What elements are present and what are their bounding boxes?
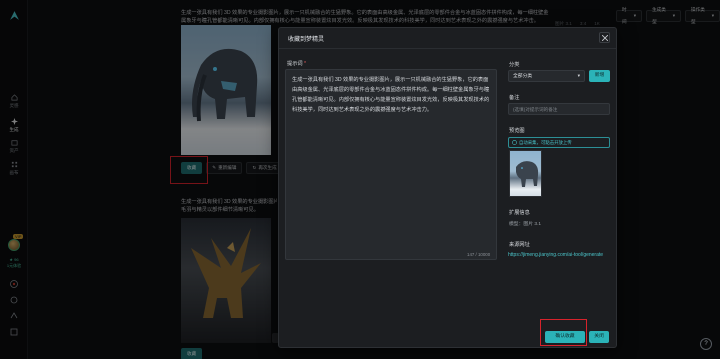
nav-inspiration[interactable]: 灵感 (0, 94, 28, 109)
extra-info-label: 扩展信息 (509, 210, 530, 216)
edit-icon: ✎ (212, 165, 217, 170)
nav-generate[interactable]: 生成 (0, 118, 28, 133)
post2-prompt-line1: 生成一张具有我们 3D 效果的专业摄影图片，展示一只 (181, 199, 277, 205)
mech-griffin-illustration (191, 228, 261, 318)
prompt-textarea[interactable]: 生成一张具有我们 3D 效果的专业摄影图片，展示一只机械融合的生猛野象，它的表面… (285, 69, 497, 260)
preview-thumbnail[interactable] (509, 150, 542, 197)
nav-label: 资产 (9, 148, 19, 153)
op-type-label: 操作类型 (691, 7, 705, 24)
nav-assets[interactable]: 资产 (0, 139, 28, 154)
nav-label: 灵感 (9, 103, 19, 108)
preview-hint-text: 自动采集，可點击开放上传 (519, 139, 572, 145)
source-label: 来源网址 (509, 242, 530, 248)
sparkle-icon (10, 118, 18, 125)
prompt-text: 生成一张具有我们 3D 效果的专业摄影图片，展示一只机械融合的生猛野象，它的表面… (292, 77, 490, 113)
dialog-divider (279, 48, 616, 49)
regenerate-label: 再次生成 (258, 165, 277, 170)
reedit-label: 重新编辑 (218, 165, 237, 170)
prompt-label: 提示词 * (287, 60, 306, 67)
chevron-down-icon: ▾ (711, 13, 714, 18)
op-type-filter[interactable]: 操作类型 ▾ (685, 7, 720, 24)
grid-icon (11, 161, 17, 168)
post2-image[interactable] (181, 218, 271, 343)
post1-prompt-line1: 生成一张具有我们 3D 效果的专业摄影图片，展示一只机械融合的生猛野象。它的表面… (181, 10, 549, 16)
mech-elephant-illustration (192, 48, 258, 122)
credits-offer: 1元体验 (6, 263, 22, 268)
post2-actions: 收藏 (181, 348, 203, 359)
credits-info[interactable]: ★ 96 1元体验 (4, 257, 24, 269)
post2-prompt-line2: 毛羽与精灵以部件细节清晰可见。 (181, 207, 259, 213)
help-button[interactable]: ? (700, 338, 712, 350)
collect-label: 收藏 (187, 351, 197, 356)
avatar[interactable] (8, 239, 20, 251)
highlight-confirm (540, 319, 587, 346)
post1-image[interactable] (181, 25, 271, 155)
highlight-collect (170, 156, 208, 184)
source-url-link[interactable]: https://jimeng.jianying.com/ai-tool/gene… (508, 251, 608, 260)
close-icon (601, 34, 608, 41)
thumbnail-elephant (516, 161, 539, 187)
refresh-icon: ↻ (252, 165, 257, 170)
home-icon (11, 94, 17, 101)
gen-type-filter[interactable]: 生成类型 ▾ (646, 7, 682, 24)
notification-icon[interactable] (9, 279, 19, 289)
app-logo-icon[interactable] (9, 10, 20, 21)
info-icon (512, 140, 517, 145)
post1-prompt: 生成一张具有我们 3D 效果的专业摄影图片，展示一只机械融合的生猛野象。它的表面… (181, 9, 561, 25)
note-label: 备注 (509, 95, 520, 101)
nav-canvas[interactable]: 画布 (0, 161, 28, 176)
nav-label: 画布 (9, 170, 19, 175)
chevron-down-icon: ▾ (577, 74, 580, 79)
collapse-icon[interactable] (9, 327, 19, 337)
api-icon[interactable] (9, 311, 19, 321)
nav-label: 生成 (9, 127, 19, 132)
reedit-button[interactable]: ✎ 重新编辑 (206, 162, 243, 174)
prompt-label-text: 提示词 (287, 61, 303, 67)
preview-label: 预览图 (509, 128, 525, 134)
prompt-counter: 147 / 10000 (467, 252, 491, 257)
category-value: 全部分类 (513, 74, 533, 79)
folder-icon (11, 140, 17, 146)
post1-prompt-line2: 属象牙与瞳孔管都能清晰可见。内部仅拥有核心与能量宣称装置炫目发光效。反映极其发现… (181, 18, 539, 24)
preview-upload-hint[interactable]: 自动采集，可點击开放上传 (508, 137, 610, 148)
model-info: 模型：图片 3.1 (509, 222, 541, 227)
left-rail: 灵感 生成 资产 画布 VIP ★ 96 1元体验 (0, 0, 28, 359)
settings-icon[interactable] (9, 295, 19, 305)
chevron-down-icon: ▾ (633, 13, 637, 18)
filter-bar: 时间 ▾ 生成类型 ▾ 操作类型 ▾ (616, 7, 720, 24)
note-input[interactable]: (选填)对提示词的备注 (508, 103, 610, 115)
time-filter[interactable]: 时间 ▾ (616, 7, 643, 24)
gen-type-label: 生成类型 (652, 7, 666, 24)
new-category-button[interactable]: 新增 (589, 70, 610, 82)
dialog-title: 收藏到梦精灵 (288, 37, 325, 43)
note-placeholder: (选填)对提示词的备注 (513, 107, 558, 112)
chevron-down-icon: ▾ (672, 13, 676, 18)
dialog-close-button[interactable] (599, 32, 610, 43)
category-label: 分类 (509, 62, 520, 68)
collect-button[interactable]: 收藏 (181, 348, 203, 359)
time-filter-label: 时间 (622, 7, 627, 24)
post2-prompt: 生成一张具有我们 3D 效果的专业摄影图片，展示一只 毛羽与精灵以部件细节清晰可… (181, 198, 277, 214)
required-mark: * (304, 61, 307, 67)
category-select[interactable]: 全部分类 ▾ (508, 70, 585, 82)
close-button[interactable]: 关闭 (589, 331, 609, 343)
